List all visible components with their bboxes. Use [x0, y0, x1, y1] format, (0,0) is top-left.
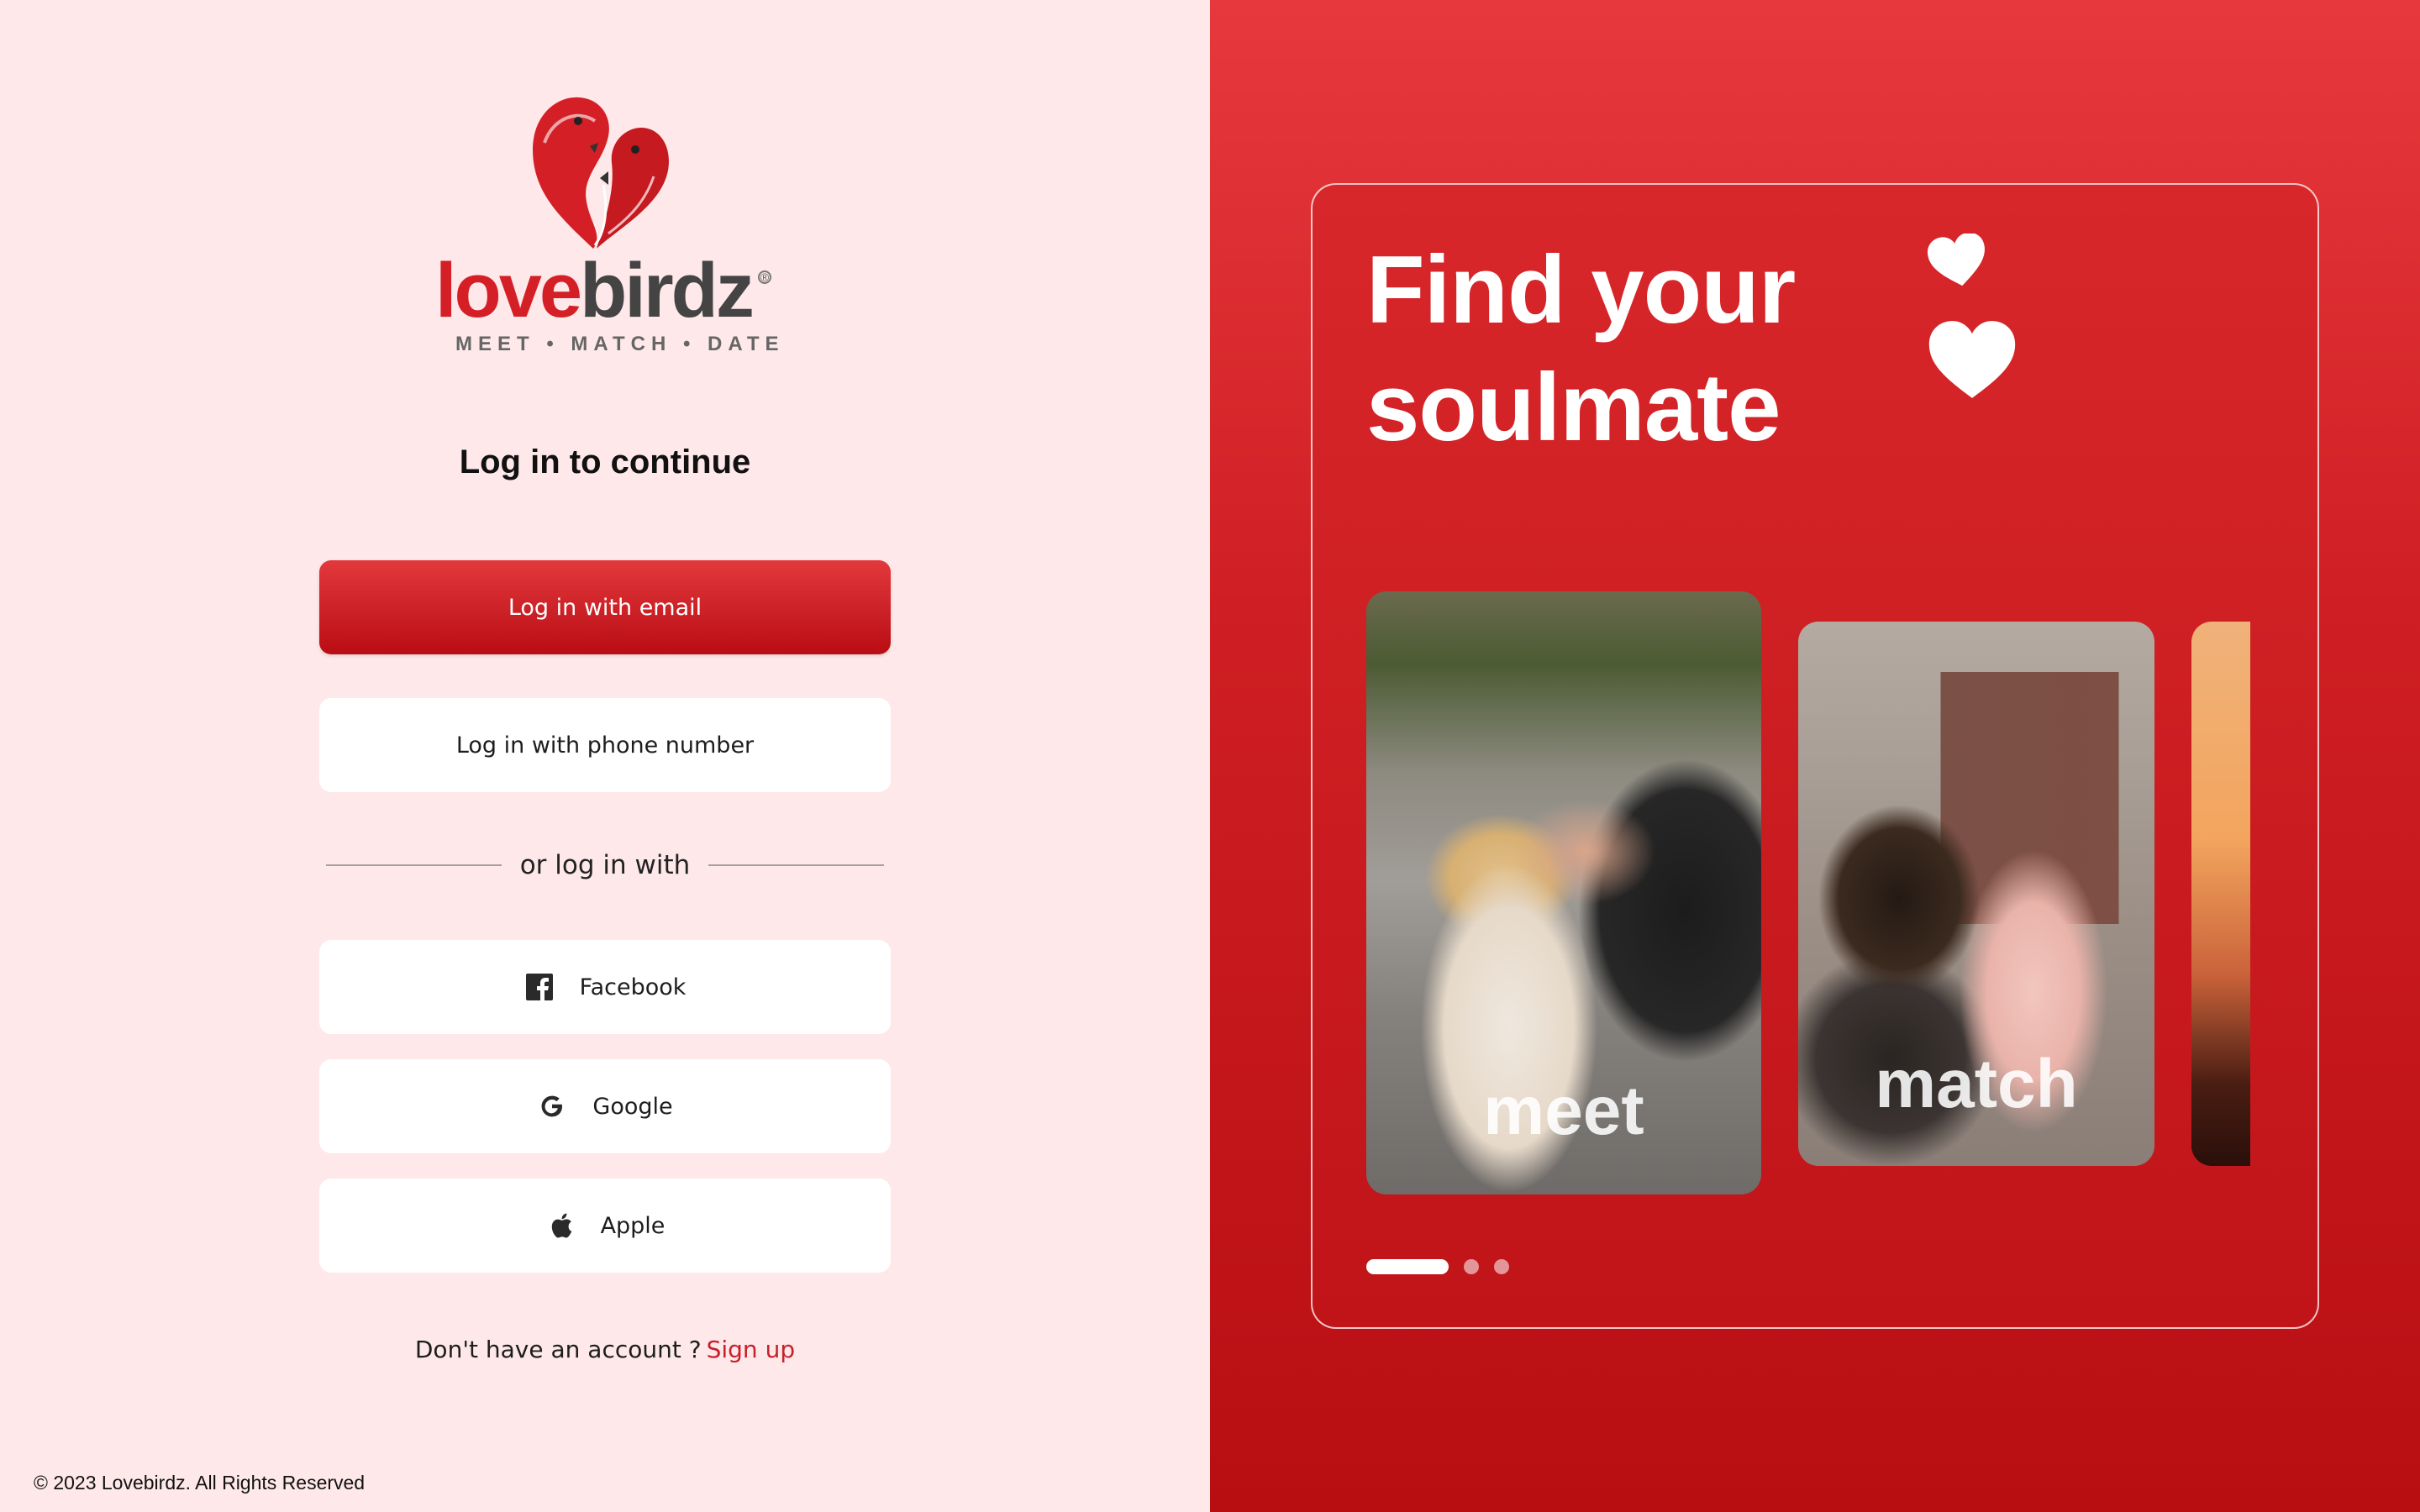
signup-row: Don't have an account ? Sign up	[0, 1336, 1210, 1363]
login-email-button[interactable]: Log in with email	[319, 560, 891, 654]
copyright-footer: © 2023 Lovebirdz. All Rights Reserved	[34, 1472, 366, 1494]
slide-label-meet: meet	[1483, 1073, 1644, 1149]
login-email-label: Log in with email	[508, 594, 702, 621]
google-label: Google	[592, 1093, 673, 1120]
facebook-label: Facebook	[579, 974, 687, 1000]
carousel-dot-3[interactable]	[1494, 1259, 1509, 1274]
promo-headline: Find your soulmate	[1366, 232, 1796, 467]
apple-label: Apple	[600, 1212, 666, 1239]
login-phone-button[interactable]: Log in with phone number	[319, 698, 891, 792]
page-title: Log in to continue	[459, 444, 751, 480]
divider-text: or log in with	[519, 850, 691, 880]
promo-card: Find your soulmate meet match	[1311, 183, 2319, 1329]
brand-name-birdz: birdz	[580, 248, 755, 333]
lovebirdz-logo: lovebirdz ® MEET • MATCH • DATE	[420, 84, 790, 361]
apple-icon	[545, 1210, 576, 1241]
signup-link[interactable]: Sign up	[707, 1336, 796, 1363]
divider-line-right	[708, 864, 884, 866]
social-divider: or log in with	[326, 847, 884, 884]
divider-line-left	[326, 864, 502, 866]
login-facebook-button[interactable]: Facebook	[319, 940, 891, 1034]
carousel-slide-match[interactable]: match	[1798, 622, 2154, 1166]
slide-label-match: match	[1875, 1046, 2078, 1122]
facebook-icon	[524, 972, 555, 1002]
brand-name-love: love	[435, 248, 582, 333]
carousel-dot-2[interactable]	[1464, 1259, 1479, 1274]
promo-panel: Find your soulmate meet match	[1210, 0, 2420, 1512]
carousel-slide-date-partial[interactable]	[2191, 622, 2250, 1166]
brand-wordmark: lovebirdz	[435, 252, 755, 329]
headline-line-2: soulmate	[1366, 354, 1781, 461]
carousel-dot-1[interactable]	[1366, 1259, 1449, 1274]
carousel-pagination	[1366, 1258, 1524, 1275]
heart-icon	[1928, 234, 1985, 286]
google-icon	[537, 1091, 567, 1121]
login-google-button[interactable]: Google	[319, 1059, 891, 1153]
login-phone-label: Log in with phone number	[455, 732, 755, 759]
carousel-slide-meet[interactable]: meet	[1366, 591, 1761, 1194]
lovebirds-heart-logo-icon	[533, 97, 669, 249]
heart-icon	[1928, 321, 2016, 398]
login-panel: lovebirdz ® MEET • MATCH • DATE Log in t…	[0, 0, 1210, 1512]
login-apple-button[interactable]: Apple	[319, 1179, 891, 1273]
signup-prompt: Don't have an account ?	[414, 1336, 702, 1363]
registered-mark: ®	[758, 270, 771, 284]
headline-line-1: Find your	[1366, 237, 1796, 344]
brand-tagline: MEET • MATCH • DATE	[455, 333, 785, 355]
